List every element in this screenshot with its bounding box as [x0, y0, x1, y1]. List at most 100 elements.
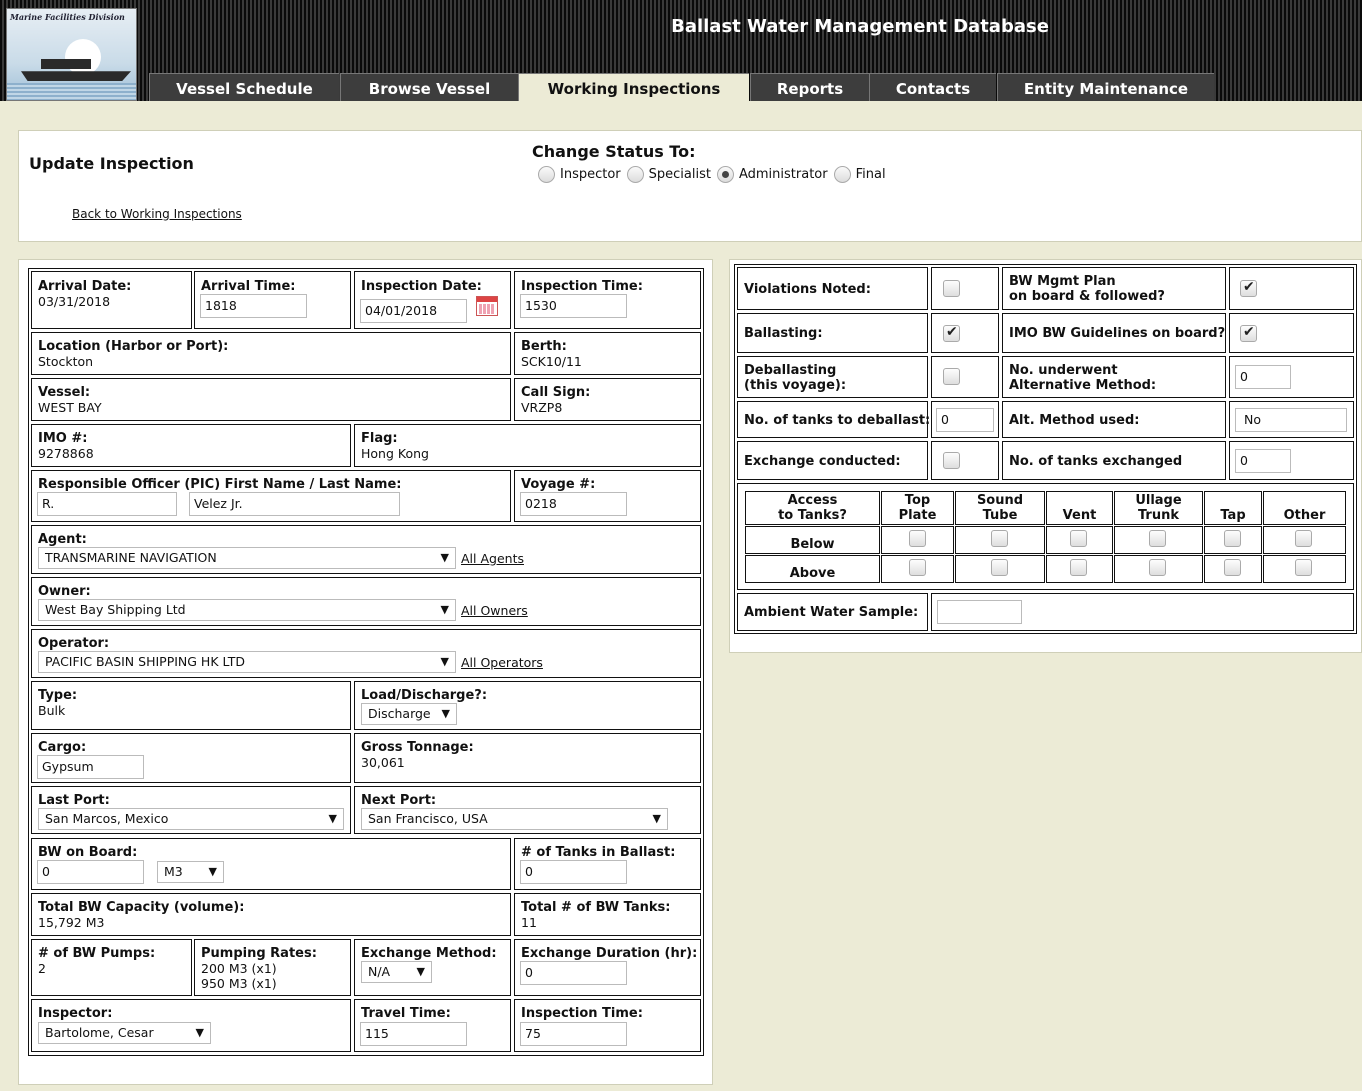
- pic-first-name-input[interactable]: R.: [37, 492, 177, 516]
- status-inspector-label: Inspector: [560, 167, 621, 182]
- below-other-checkbox[interactable]: [1295, 530, 1312, 547]
- below-top-plate-checkbox[interactable]: [909, 530, 926, 547]
- back-to-working-inspections-link[interactable]: Back to Working Inspections: [72, 207, 242, 221]
- pumping-rate-1: 200 M3 (x1): [201, 961, 277, 976]
- inspection-duration-input[interactable]: 75: [520, 1022, 627, 1046]
- imo-label: IMO #:: [38, 431, 88, 446]
- inspection-date-input[interactable]: 04/01/2018: [360, 299, 467, 323]
- above-ullage-trunk-checkbox[interactable]: [1149, 559, 1166, 576]
- inspection-time-label: Inspection Time:: [521, 279, 643, 294]
- tab-entity-maintenance[interactable]: Entity Maintenance: [997, 73, 1214, 101]
- pumping-rate-2: 950 M3 (x1): [201, 976, 277, 991]
- all-agents-link[interactable]: All Agents: [461, 551, 524, 566]
- tanks-deballast-input[interactable]: 0: [936, 408, 994, 432]
- exchange-method-select[interactable]: N/A ▼: [361, 961, 432, 983]
- below-vent-checkbox[interactable]: [1070, 530, 1087, 547]
- alternative-method-count-input[interactable]: 0: [1235, 365, 1291, 389]
- tanks-in-ballast-input[interactable]: 0: [520, 860, 627, 884]
- ballasting-checkbox-cell: [931, 313, 999, 353]
- load-discharge-select[interactable]: Discharge ▼: [361, 703, 457, 725]
- operator-select[interactable]: PACIFIC BASIN SHIPPING HK LTD ▼: [38, 651, 456, 673]
- bw-plan-label-line1: BW Mgmt Plan: [1009, 274, 1116, 289]
- below-tap-checkbox[interactable]: [1224, 530, 1241, 547]
- above-sound-tube-checkbox[interactable]: [991, 559, 1008, 576]
- agent-selected-value: TRANSMARINE NAVIGATION: [45, 550, 217, 565]
- page-title: Update Inspection: [29, 154, 194, 173]
- vessel-label: Vessel:: [38, 385, 91, 400]
- last-port-select[interactable]: San Marcos, Mexico ▼: [38, 808, 344, 830]
- ambient-water-sample-input[interactable]: [937, 600, 1022, 624]
- alt-method-used-input[interactable]: No: [1235, 408, 1347, 432]
- type-value: Bulk: [38, 703, 66, 718]
- arrival-time-input[interactable]: 1818: [200, 294, 307, 318]
- tab-browse-vessel[interactable]: Browse Vessel: [340, 73, 518, 101]
- voyage-label: Voyage #:: [521, 477, 596, 492]
- call-sign-value: VRZP8: [521, 400, 563, 415]
- bw-pumps-label: # of BW Pumps:: [38, 946, 156, 961]
- tab-vessel-schedule[interactable]: Vessel Schedule: [149, 73, 339, 101]
- access-col-top-plate-line2: Plate: [898, 508, 937, 523]
- access-header-line2: to Tanks?: [778, 508, 847, 523]
- deballasting-checkbox[interactable]: [943, 368, 960, 385]
- above-tap-checkbox[interactable]: [1224, 559, 1241, 576]
- imo-guidelines-checkbox[interactable]: [1240, 324, 1257, 342]
- alternative-method-label-line2: Alternative Method:: [1009, 378, 1157, 393]
- tanks-exchanged-input[interactable]: 0: [1235, 449, 1291, 473]
- owner-select[interactable]: West Bay Shipping Ltd ▼: [38, 599, 456, 621]
- inspection-time-input[interactable]: 1530: [520, 294, 627, 318]
- status-inspector-radio[interactable]: [538, 166, 555, 183]
- inspection-date-label: Inspection Date:: [361, 279, 482, 294]
- agent-select[interactable]: TRANSMARINE NAVIGATION ▼: [38, 547, 456, 569]
- travel-time-input[interactable]: 115: [360, 1022, 467, 1046]
- violations-checkbox[interactable]: [943, 280, 960, 297]
- all-owners-link[interactable]: All Owners: [461, 603, 528, 618]
- app-title: Ballast Water Management Database: [671, 16, 1049, 37]
- tanks-in-ballast-label: # of Tanks in Ballast:: [521, 845, 676, 860]
- tab-working-inspections[interactable]: Working Inspections: [518, 73, 749, 101]
- above-top-plate-checkbox[interactable]: [909, 559, 926, 576]
- status-administrator-label: Administrator: [738, 167, 828, 182]
- exchange-conducted-checkbox[interactable]: [943, 452, 960, 469]
- operator-selected-value: PACIFIC BASIN SHIPPING HK LTD: [45, 654, 245, 669]
- exchange-duration-input[interactable]: 0: [520, 961, 627, 985]
- ballasting-label: Ballasting:: [744, 326, 823, 341]
- bw-onboard-input[interactable]: 0: [37, 860, 144, 884]
- bw-plan-checkbox[interactable]: [1240, 279, 1257, 297]
- type-cell: [31, 681, 351, 730]
- status-final-radio[interactable]: [833, 166, 851, 183]
- calendar-icon[interactable]: [476, 296, 498, 316]
- tab-contacts[interactable]: Contacts: [869, 73, 996, 101]
- ballasting-checkbox[interactable]: [943, 324, 960, 342]
- marine-facilities-logo: Marine Facilities Division: [6, 8, 137, 101]
- imo-value: 9278868: [38, 446, 94, 461]
- berth-value: SCK10/11: [521, 354, 582, 369]
- next-port-select[interactable]: San Francisco, USA ▼: [361, 808, 668, 830]
- status-specialist-label: Specialist: [648, 167, 711, 182]
- arrival-time-label: Arrival Time:: [201, 279, 296, 294]
- dropdown-arrow-icon: ▼: [195, 1026, 204, 1039]
- status-administrator-radio[interactable]: [716, 166, 734, 183]
- violations-label: Violations Noted:: [744, 282, 871, 297]
- voyage-input[interactable]: 0218: [520, 492, 627, 516]
- status-radio-group: Inspector Specialist Administrator Final: [538, 166, 892, 183]
- arrival-date-value: 03/31/2018: [38, 294, 111, 309]
- access-row-below-label: Below: [790, 537, 835, 552]
- gross-tonnage-label: Gross Tonnage:: [361, 740, 474, 755]
- inspector-selected-value: Bartolome, Cesar: [45, 1025, 154, 1040]
- access-col-vent-label: Vent: [1062, 508, 1097, 523]
- above-other-checkbox[interactable]: [1295, 559, 1312, 576]
- bw-unit-select[interactable]: M3 ▼: [157, 861, 224, 883]
- all-operators-link[interactable]: All Operators: [461, 655, 543, 670]
- berth-label: Berth:: [521, 339, 567, 354]
- last-port-label: Last Port:: [38, 793, 110, 808]
- below-sound-tube-checkbox[interactable]: [991, 530, 1008, 547]
- exchange-conducted-checkbox-cell: [931, 441, 999, 480]
- below-ullage-trunk-checkbox[interactable]: [1149, 530, 1166, 547]
- above-vent-checkbox[interactable]: [1070, 559, 1087, 576]
- cargo-input[interactable]: Gypsum: [37, 755, 144, 779]
- inspector-select[interactable]: Bartolome, Cesar ▼: [38, 1022, 211, 1044]
- deballasting-label-line1: Deballasting: [744, 363, 837, 378]
- status-specialist-radio[interactable]: [626, 166, 644, 183]
- tab-reports[interactable]: Reports: [750, 73, 869, 101]
- pic-last-name-input[interactable]: Velez Jr.: [189, 492, 400, 516]
